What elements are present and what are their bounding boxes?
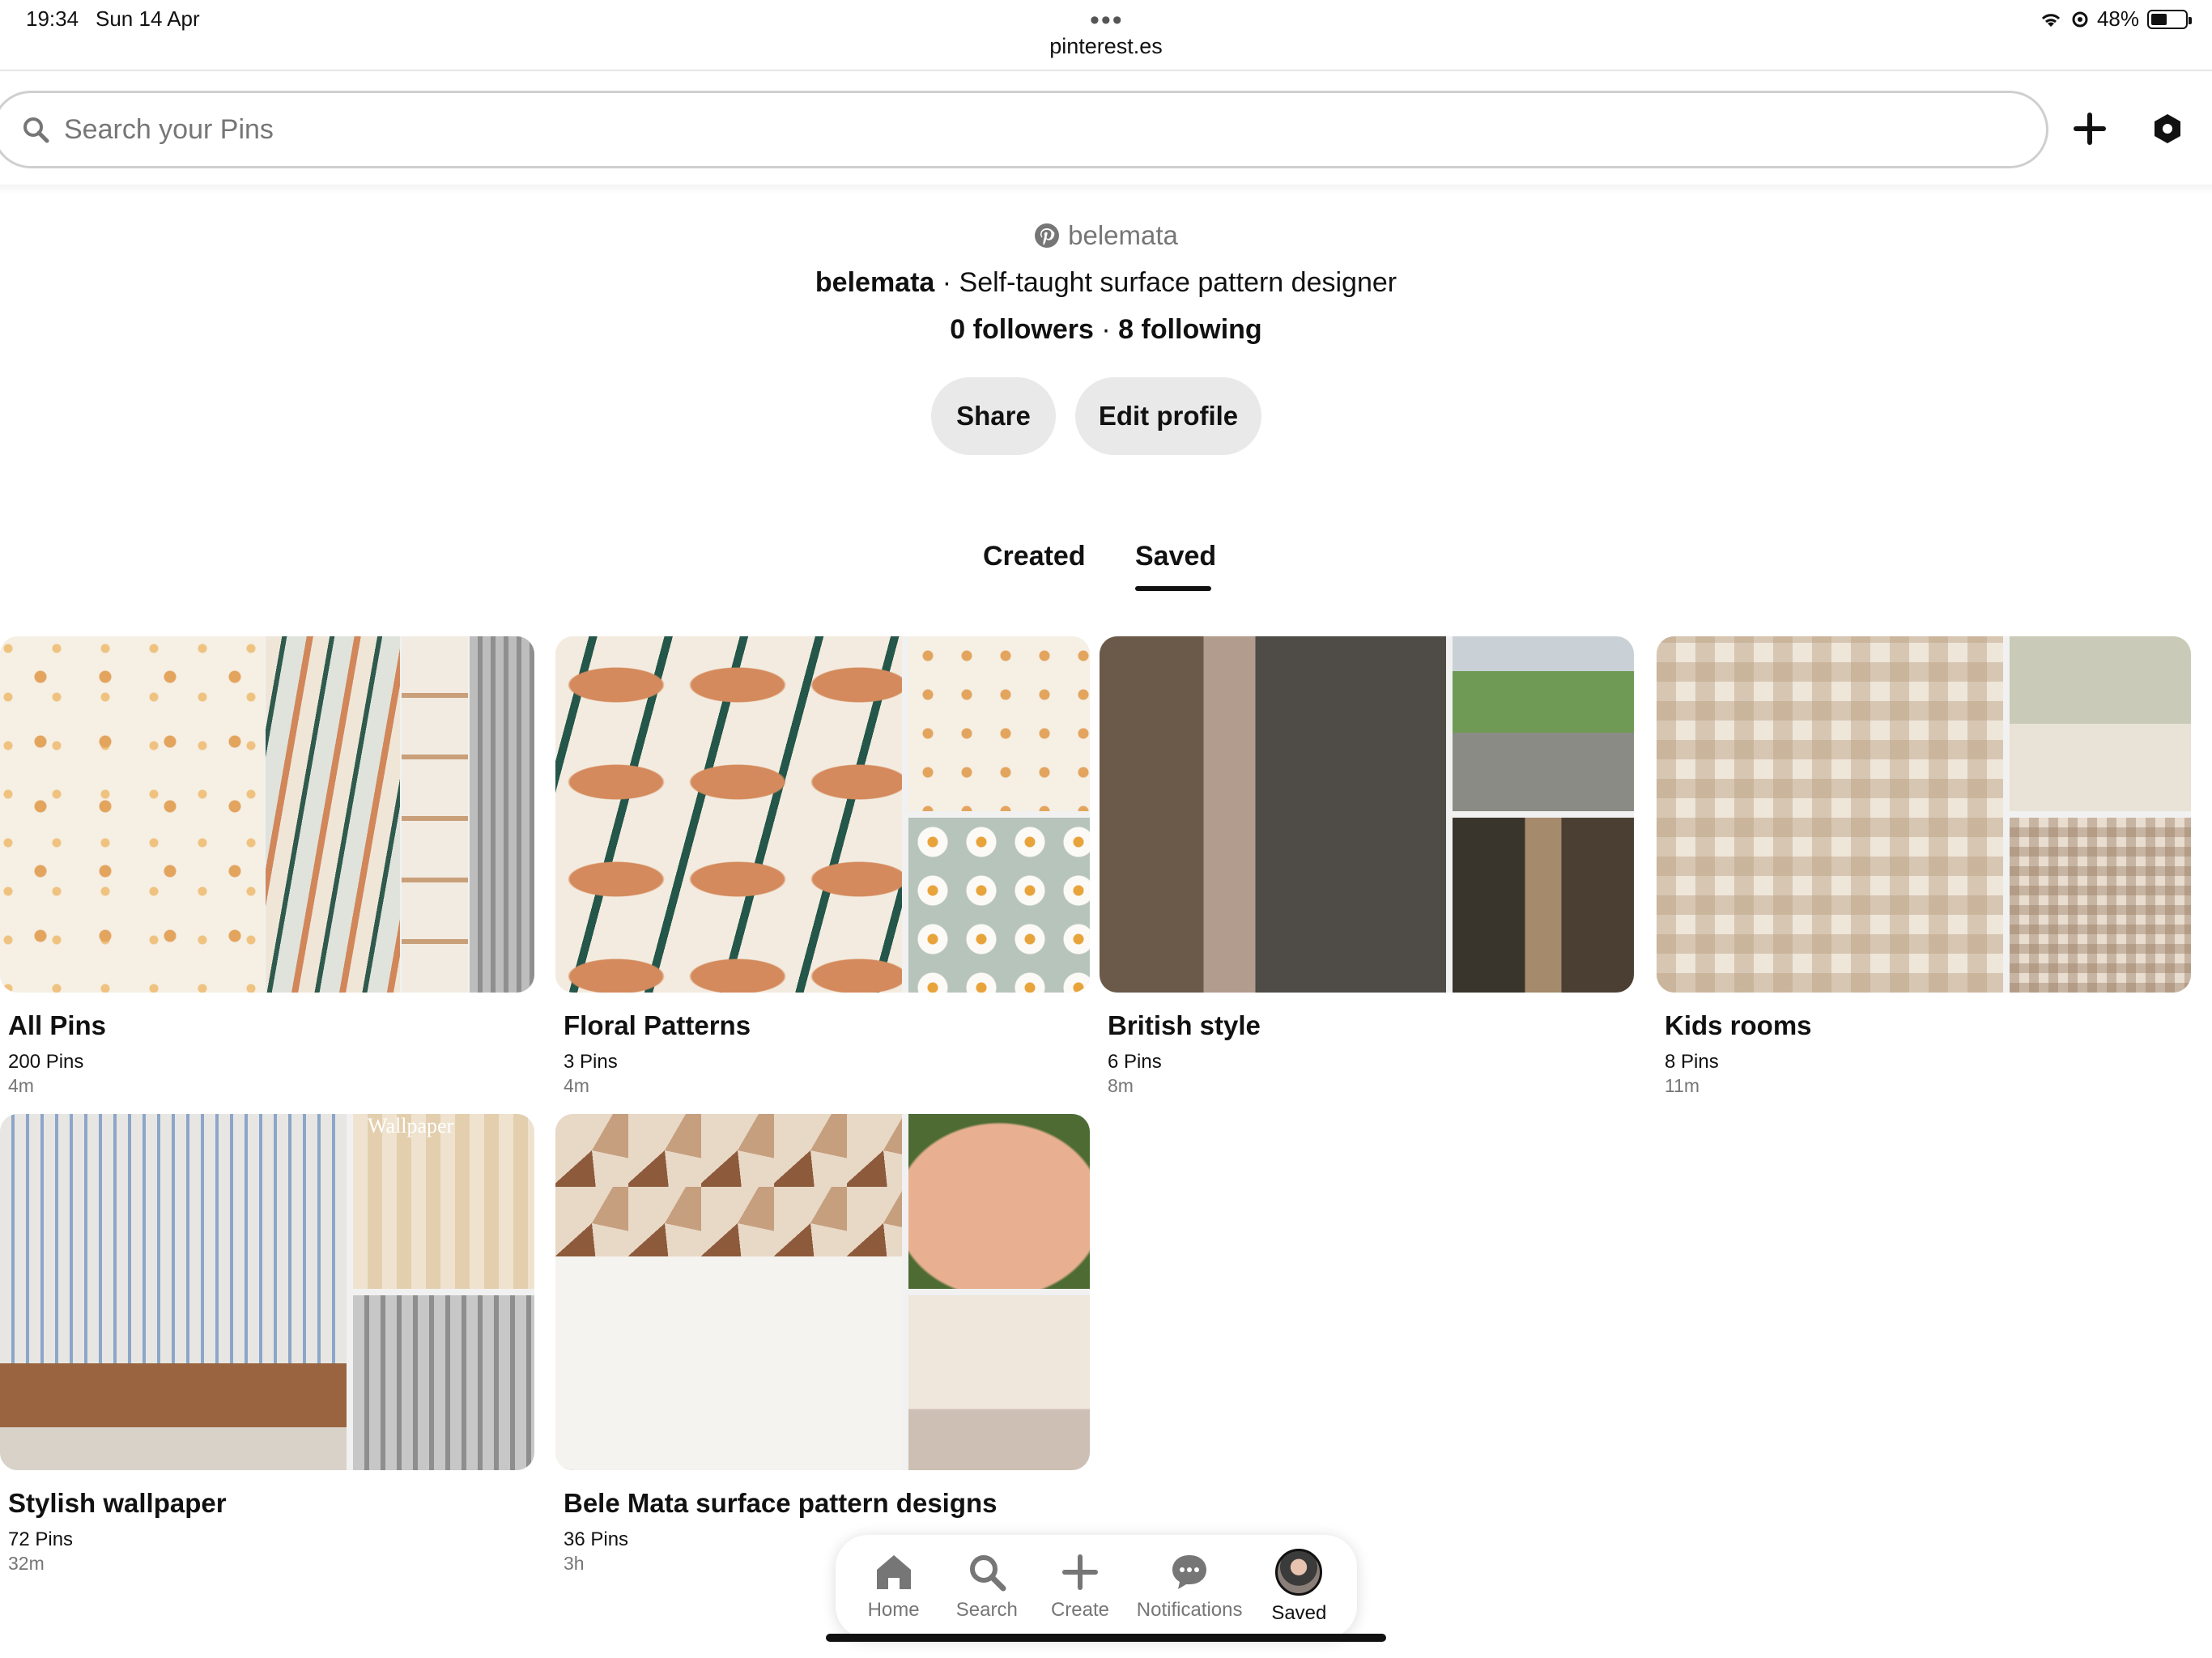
- battery-icon: [2147, 9, 2192, 29]
- header-shadow: [0, 185, 2212, 194]
- home-icon: [876, 1555, 911, 1589]
- wifi-icon: [2041, 13, 2061, 27]
- board-time: 4m: [8, 1075, 34, 1096]
- pin-image-tweed-jacket: [1100, 636, 1446, 993]
- following-link[interactable]: 8 following: [1118, 314, 1262, 345]
- handle-text: belemata: [1068, 220, 1178, 250]
- board-title: Kids rooms: [1665, 1010, 1812, 1040]
- status-date: Sun 14 Apr: [96, 6, 200, 31]
- pin-image-stripes: [470, 636, 534, 993]
- pin-image-kitchen-wallpaper: Wallpaper: [353, 1114, 534, 1289]
- nav-saved-label: Saved: [1271, 1602, 1327, 1624]
- pin-image-shelf: [402, 636, 468, 993]
- board-time: 8m: [1108, 1075, 1134, 1096]
- settings-hexagon-icon: [2155, 114, 2180, 143]
- board-time: 11m: [1665, 1075, 1700, 1096]
- board-collage: [0, 636, 534, 993]
- nav-create-label: Create: [1050, 1599, 1109, 1621]
- board-pin-count: 36 Pins: [564, 1528, 629, 1550]
- pin-image-wavy-wallpaper-chair: [0, 1114, 347, 1470]
- nav-search-label: Search: [955, 1599, 1018, 1621]
- board-title: Bele Mata surface pattern designs: [564, 1488, 998, 1518]
- followers-link[interactable]: 0 followers: [950, 314, 1094, 345]
- tab-active-indicator: [1135, 586, 1211, 591]
- board-time: 4m: [564, 1075, 589, 1096]
- pin-image-coneflower-pattern: [555, 636, 902, 993]
- board-pin-count: 8 Pins: [1665, 1051, 1719, 1073]
- pin-image-floral-ditsy: [0, 636, 264, 993]
- pin-image-daisies: [908, 818, 1090, 993]
- profile-bio: belemata · Self-taught surface pattern d…: [0, 267, 2212, 299]
- search-icon: [23, 117, 49, 143]
- status-indicators: 48%: [2039, 6, 2192, 32]
- pin-image-striped-dining: [353, 1295, 534, 1470]
- bottom-nav: Home Search Create Notifications Saved: [836, 1535, 1357, 1639]
- profile-name: belemata: [815, 267, 935, 298]
- search-icon: [969, 1555, 1006, 1592]
- wallpaper-caption: Wallpaper: [368, 1114, 454, 1137]
- nav-home-label: Home: [867, 1599, 920, 1621]
- pin-image-coat-rack: [1453, 818, 1634, 993]
- home-indicator: [826, 1634, 1386, 1642]
- pin-image-kids-bed: [2010, 636, 2191, 811]
- status-time: 19:34: [26, 6, 79, 31]
- more-dots-icon[interactable]: •••: [1090, 5, 1124, 36]
- board-pin-count: 6 Pins: [1108, 1051, 1162, 1073]
- search-input[interactable]: Search your Pins: [0, 91, 2048, 168]
- tab-created[interactable]: Created: [983, 541, 1086, 572]
- add-button[interactable]: [2063, 102, 2116, 155]
- board-time: 3h: [564, 1553, 585, 1574]
- bio-text: · Self-taught surface pattern designer: [942, 267, 1397, 298]
- board-title: Floral Patterns: [564, 1010, 751, 1040]
- profile-handle[interactable]: belemata: [0, 220, 2212, 251]
- pinterest-logo-icon: [1035, 223, 1060, 248]
- pin-image-stone-wall: [1453, 636, 1634, 811]
- board-title: Stylish wallpaper: [8, 1488, 227, 1518]
- pin-image-triangle-pattern-kitchen: [555, 1114, 902, 1470]
- divider: [0, 70, 2212, 71]
- pin-image-picnic-blanket: [908, 1114, 1090, 1289]
- battery-percent: 48%: [2096, 6, 2139, 31]
- edit-profile-button[interactable]: Edit profile: [1075, 377, 1261, 455]
- board-collage: [555, 636, 1090, 993]
- board-pin-count: 72 Pins: [8, 1528, 74, 1550]
- url-label[interactable]: pinterest.es: [0, 34, 2212, 59]
- share-button[interactable]: Share: [931, 377, 1056, 455]
- pin-image-floral-ditsy: [908, 636, 1090, 811]
- board-collage: [1100, 636, 1634, 993]
- pin-image-gingham-wall: [2010, 818, 2191, 993]
- pin-image-gingham-room: [1657, 636, 2003, 993]
- nav-home[interactable]: Home: [849, 1552, 938, 1622]
- board-title: All Pins: [8, 1010, 107, 1040]
- board-collage: [555, 1114, 1090, 1470]
- plus-icon: [1061, 1554, 1098, 1590]
- plus-icon: [2074, 113, 2106, 145]
- board-title: British style: [1108, 1010, 1261, 1040]
- board-pin-count: 200 Pins: [8, 1051, 84, 1073]
- nav-notifications-label: Notifications: [1136, 1599, 1243, 1621]
- board-collage: Wallpaper: [0, 1114, 534, 1470]
- settings-button[interactable]: [2141, 102, 2194, 155]
- nav-notifications[interactable]: Notifications: [1129, 1552, 1250, 1622]
- tab-saved[interactable]: Saved: [1135, 541, 1216, 572]
- avatar: [1275, 1549, 1323, 1596]
- chat-bubble-icon: [1172, 1555, 1207, 1589]
- follow-stats: 0 followers · 8 following: [0, 314, 2212, 346]
- pin-image-daisy-leaves: [266, 636, 400, 993]
- nav-create[interactable]: Create: [1036, 1552, 1125, 1622]
- pin-image-dog-bed: [908, 1295, 1090, 1470]
- board-pin-count: 3 Pins: [564, 1051, 618, 1073]
- nav-search[interactable]: Search: [942, 1552, 1032, 1622]
- board-collage: [1657, 636, 2191, 993]
- location-lock-icon: [2072, 11, 2088, 27]
- nav-saved[interactable]: Saved: [1254, 1549, 1343, 1625]
- board-time: 32m: [8, 1553, 45, 1574]
- stats-separator: ·: [1101, 314, 1111, 345]
- search-placeholder: Search your Pins: [64, 113, 274, 145]
